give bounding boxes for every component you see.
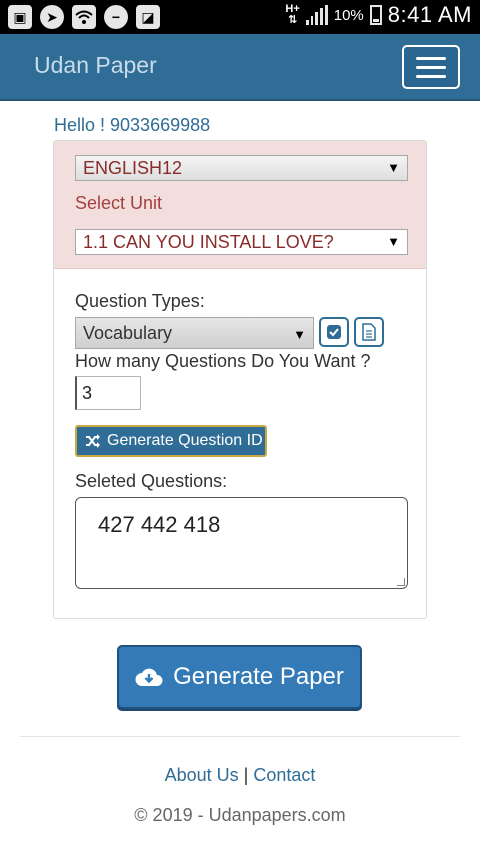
about-us-link[interactable]: About Us (165, 765, 239, 785)
dropdown-arrow-icon: ▼ (293, 327, 306, 342)
selected-questions-value: 427 442 418 (98, 512, 221, 537)
paper-form-panel: ENGLISH12 ▼ Select Unit 1.1 CAN YOU INST… (53, 140, 427, 619)
footer-links: About Us | Contact (0, 765, 480, 786)
generate-question-id-button[interactable]: Generate Question ID (75, 425, 267, 457)
checkbox-icon (327, 325, 341, 339)
brand-link[interactable]: Udan Paper (34, 52, 157, 79)
generate-paper-label: Generate Paper (173, 663, 344, 690)
wifi-icon (72, 5, 96, 29)
unit-select[interactable]: 1.1 CAN YOU INSTALL LOVE? ▼ (75, 229, 408, 255)
shuffle-icon (86, 434, 100, 448)
select-unit-label: Select Unit (75, 193, 163, 213)
question-type-value: Vocabulary (83, 323, 173, 343)
unit-select-value: 1.1 CAN YOU INSTALL LOVE? (83, 232, 334, 252)
copyright-text: © 2019 - Udanpapers.com (134, 805, 346, 825)
cloud-download-icon (135, 668, 163, 686)
hamburger-icon (416, 56, 446, 60)
battery-percent: 10% (333, 6, 364, 24)
status-bar: ▣ ➤ − ◪ H+ ⇅ 10% 8:41 AM (0, 0, 480, 34)
image-icon: ◪ (136, 5, 160, 29)
menu-toggle-button[interactable] (402, 45, 460, 89)
generate-question-id-label: Generate Question ID (107, 432, 263, 449)
subject-unit-section: ENGLISH12 ▼ Select Unit 1.1 CAN YOU INST… (54, 141, 426, 269)
network-type: H+ ⇅ (285, 3, 300, 26)
resize-handle-icon[interactable] (397, 578, 405, 586)
navbar: Udan Paper (0, 34, 480, 101)
selected-questions-label: Seleted Questions: (75, 471, 228, 491)
dropdown-arrow-icon: ▼ (387, 160, 400, 175)
question-type-select[interactable]: Vocabulary ▼ (75, 317, 314, 349)
system-indicators: H+ ⇅ 10% 8:41 AM (285, 2, 472, 28)
how-many-label: How many Questions Do You Want ? (75, 351, 371, 371)
question-types-label: Question Types: (75, 291, 205, 311)
question-count-input[interactable]: 3 (75, 376, 141, 410)
footer-separator: | (243, 765, 249, 785)
dnd-icon: − (104, 5, 128, 29)
notification-icons: ▣ ➤ − ◪ (8, 5, 160, 29)
contact-link[interactable]: Contact (253, 765, 315, 785)
document-icon (362, 323, 376, 341)
view-document-button[interactable] (354, 317, 384, 347)
clock: 8:41 AM (387, 2, 472, 27)
battery-icon (369, 5, 382, 25)
navigation-icon: ➤ (40, 5, 64, 29)
gallery-icon: ▣ (8, 5, 32, 29)
select-all-button[interactable] (319, 317, 349, 347)
selected-questions-textarea[interactable]: 427 442 418 (75, 497, 408, 589)
greeting: Hello ! 9033669988 (54, 115, 211, 135)
subject-select-value: ENGLISH12 (83, 158, 183, 178)
signal-icon (305, 5, 328, 25)
dropdown-arrow-icon: ▼ (387, 234, 400, 249)
generate-paper-button[interactable]: Generate Paper (117, 645, 362, 709)
subject-select[interactable]: ENGLISH12 ▼ (75, 155, 408, 181)
footer-divider (20, 736, 460, 737)
